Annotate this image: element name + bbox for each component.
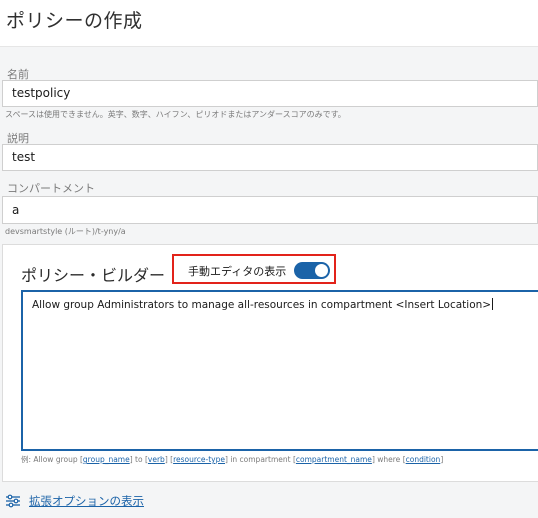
text-caret bbox=[492, 298, 494, 310]
toggle-knob bbox=[315, 264, 328, 277]
name-field[interactable]: testpolicy bbox=[2, 80, 538, 107]
manual-editor-label: 手動エディタの表示 bbox=[188, 265, 287, 278]
policy-syntax-example: 例: Allow group [group_name] to [verb] [r… bbox=[21, 455, 444, 464]
compartment-name-link[interactable]: compartment_name bbox=[296, 455, 372, 464]
policy-statement[interactable]: Allow group Administrators to manage all… bbox=[32, 298, 494, 311]
sliders-icon bbox=[6, 494, 20, 508]
policy-editor[interactable]: Allow group Administrators to manage all… bbox=[21, 290, 538, 451]
page-title: ポリシーの作成 bbox=[6, 10, 143, 32]
condition-link[interactable]: condition bbox=[406, 455, 441, 464]
show-advanced-options-link[interactable]: 拡張オプションの表示 bbox=[5, 493, 144, 509]
compartment-label: コンパートメント bbox=[7, 182, 95, 195]
name-hint: スペースは使用できません。英字、数字、ハイフン、ピリオドまたはアンダースコアのみ… bbox=[5, 110, 346, 119]
page-header: ポリシーの作成 bbox=[0, 0, 538, 47]
description-field[interactable]: test bbox=[2, 144, 538, 171]
manual-editor-toggle-group: 手動エディタの表示 bbox=[172, 254, 336, 284]
manual-editor-toggle[interactable] bbox=[294, 262, 330, 279]
show-advanced-options-label: 拡張オプションの表示 bbox=[29, 494, 144, 508]
verb-link[interactable]: verb bbox=[148, 455, 165, 464]
compartment-path: devsmartstyle (ルート)/t-yny/a bbox=[5, 227, 126, 236]
compartment-select[interactable]: a bbox=[2, 196, 538, 224]
group-name-link[interactable]: group_name bbox=[83, 455, 130, 464]
policy-builder-title: ポリシー・ビルダー bbox=[21, 266, 166, 285]
resource-type-link[interactable]: resource-type bbox=[173, 455, 225, 464]
